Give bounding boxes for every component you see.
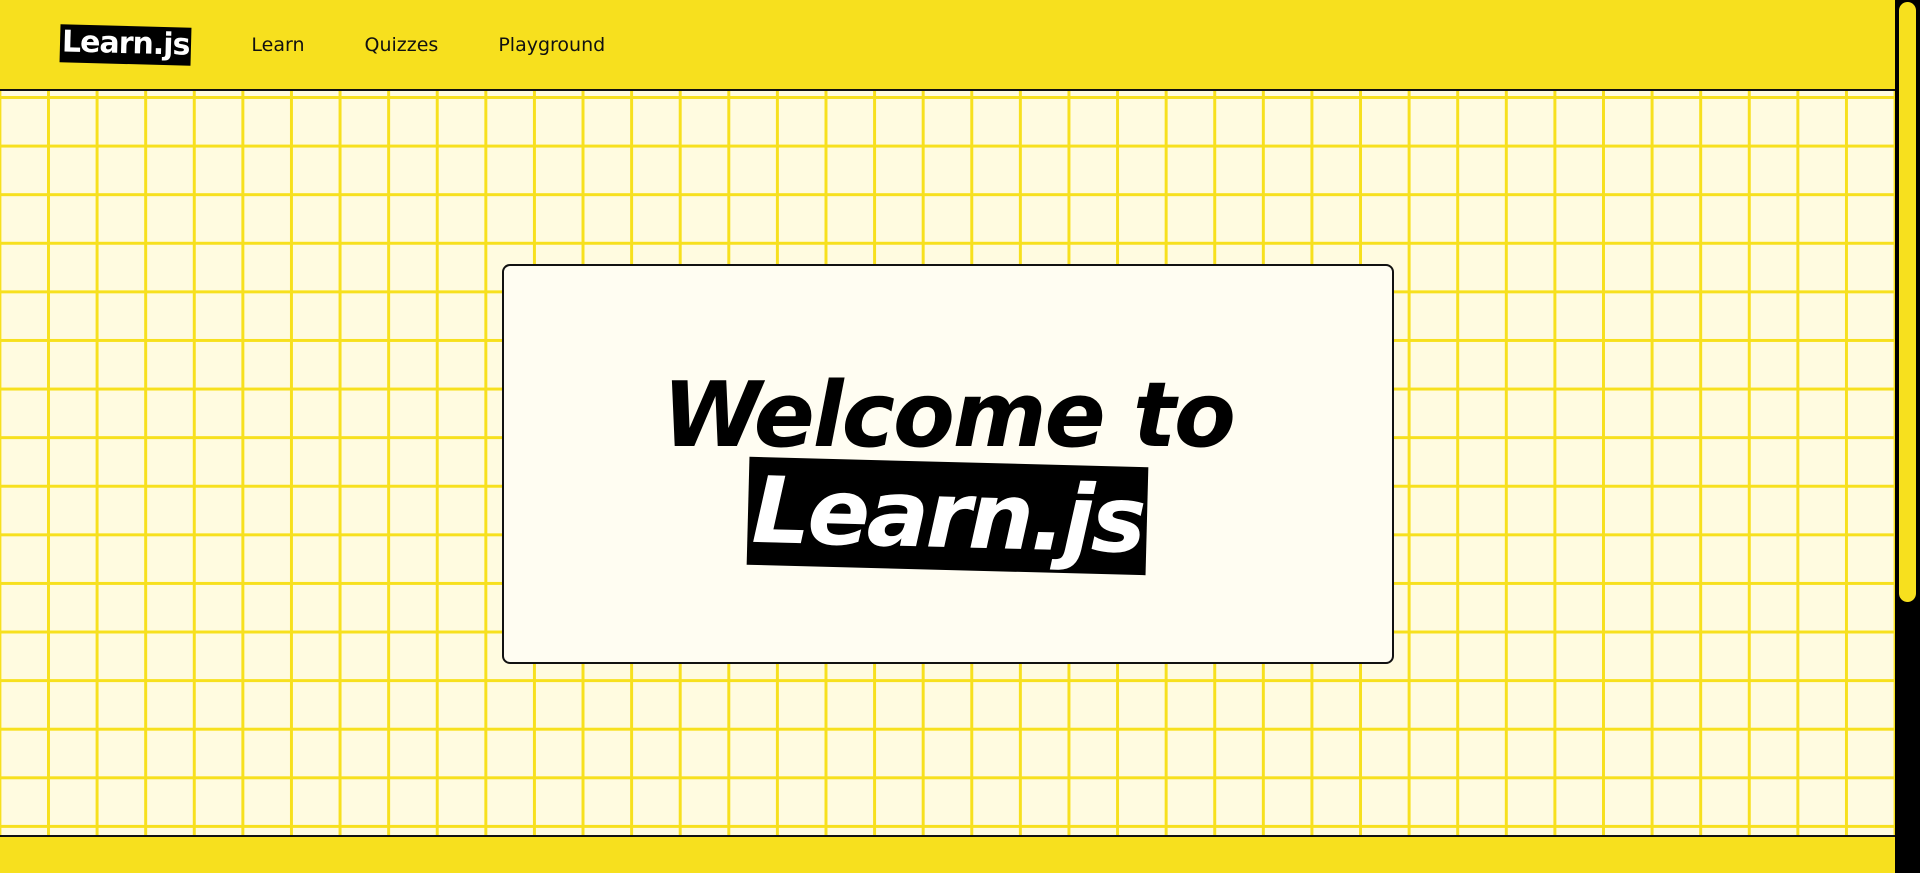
logo[interactable]: Learn.js bbox=[59, 23, 192, 66]
footer-bar bbox=[0, 835, 1895, 873]
nav-link-learn[interactable]: Learn bbox=[251, 34, 304, 56]
main-nav: Learn Quizzes Playground bbox=[251, 34, 665, 56]
page: Learn.js Learn Quizzes Playground Welcom… bbox=[0, 0, 1920, 873]
hero-heading-line1: Welcome to bbox=[662, 363, 1236, 468]
hero-heading-line2: Learn.js bbox=[747, 456, 1149, 576]
vertical-scrollbar[interactable] bbox=[1895, 0, 1920, 873]
top-navbar: Learn.js Learn Quizzes Playground bbox=[0, 0, 1895, 91]
hero-card: Welcome to Learn.js bbox=[502, 264, 1394, 664]
hero-heading-line2-wrapper: Learn.js bbox=[504, 456, 1392, 576]
nav-link-playground[interactable]: Playground bbox=[498, 34, 605, 56]
nav-link-quizzes[interactable]: Quizzes bbox=[365, 34, 439, 56]
scrollbar-thumb[interactable] bbox=[1899, 2, 1916, 602]
